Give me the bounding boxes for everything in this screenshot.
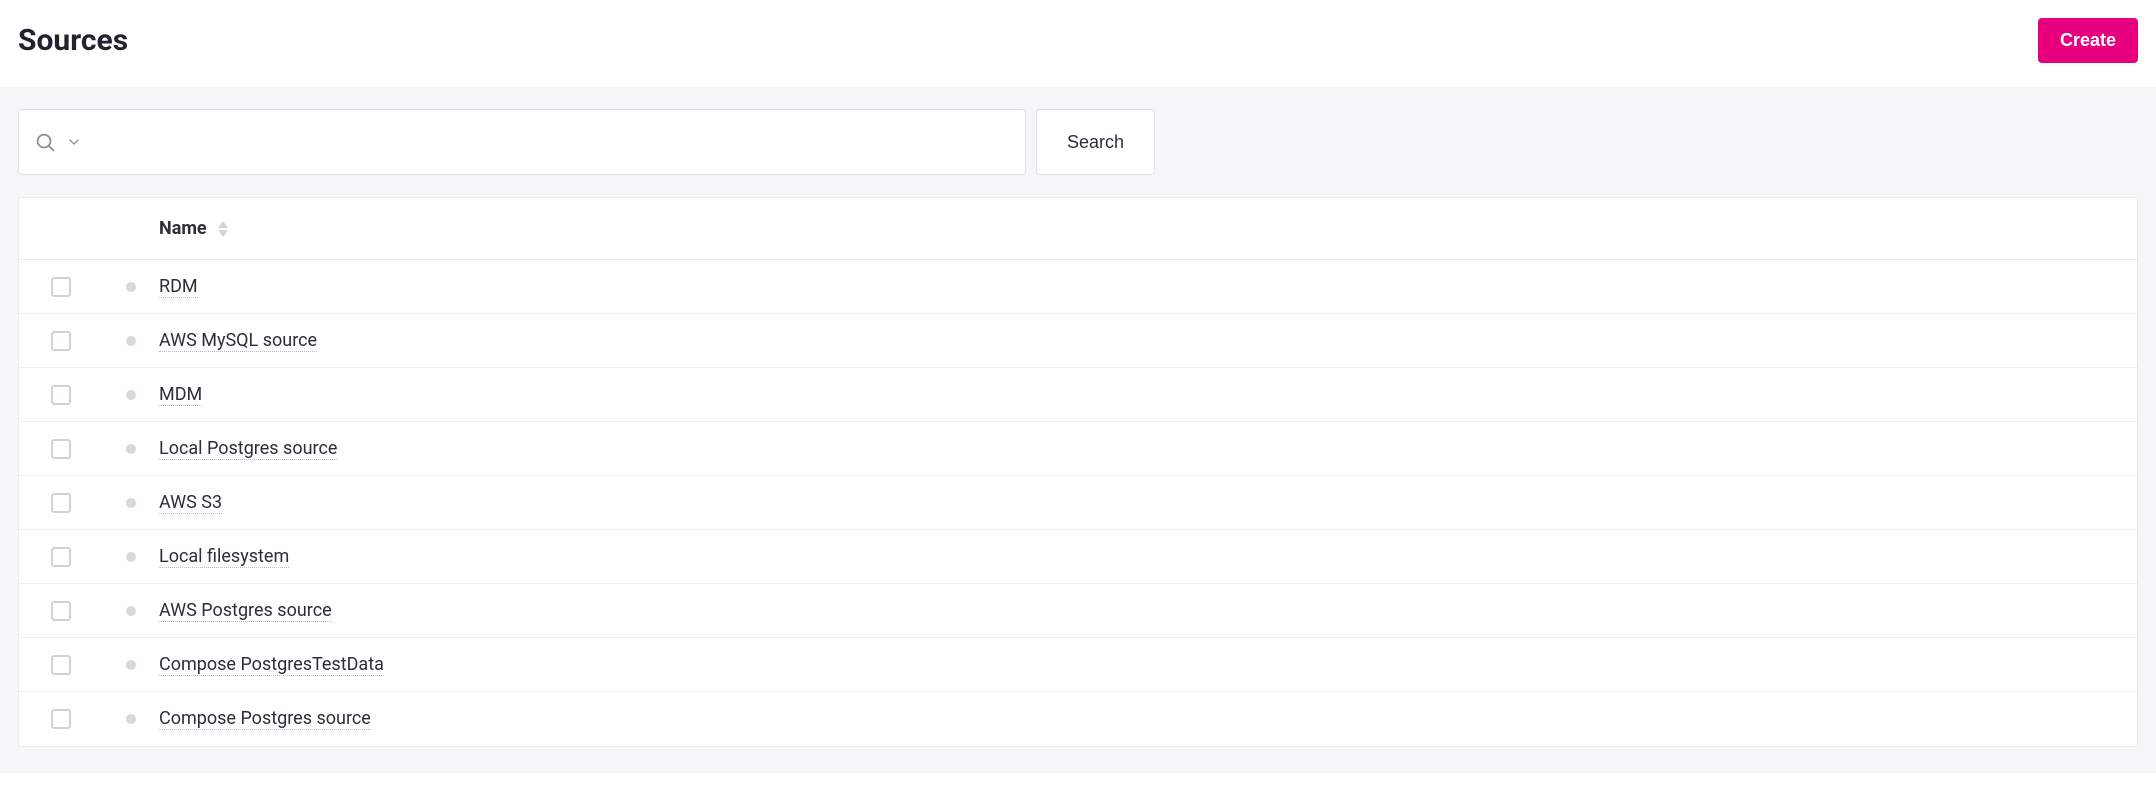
search-row: Search: [18, 109, 2138, 175]
search-icon: [34, 131, 56, 153]
row-checkbox-cell: [19, 439, 103, 459]
sort-icon: [217, 221, 229, 237]
status-dot-icon: [126, 282, 136, 292]
row-name-cell: AWS S3: [159, 492, 2137, 514]
row-checkbox-cell: [19, 277, 103, 297]
table-header: Name: [19, 198, 2137, 260]
name-column-label: Name: [159, 218, 207, 239]
source-link[interactable]: AWS MySQL source: [159, 330, 317, 352]
row-name-cell: AWS Postgres source: [159, 600, 2137, 622]
status-dot-icon: [126, 552, 136, 562]
row-name-cell: AWS MySQL source: [159, 330, 2137, 352]
source-link[interactable]: AWS S3: [159, 492, 222, 514]
row-checkbox[interactable]: [51, 709, 71, 729]
row-status-cell: [103, 336, 159, 346]
row-checkbox-cell: [19, 601, 103, 621]
content-area: Search Name RDM AWS MySQL source MDM Local …: [0, 87, 2156, 773]
status-dot-icon: [126, 498, 136, 508]
row-checkbox-cell: [19, 493, 103, 513]
source-link[interactable]: AWS Postgres source: [159, 600, 332, 622]
table-row: AWS S3: [19, 476, 2137, 530]
row-status-cell: [103, 552, 159, 562]
search-wrapper: [18, 109, 1026, 175]
row-checkbox[interactable]: [51, 601, 71, 621]
row-checkbox[interactable]: [51, 547, 71, 567]
status-dot-icon: [126, 336, 136, 346]
source-link[interactable]: Compose Postgres source: [159, 708, 371, 730]
row-checkbox[interactable]: [51, 277, 71, 297]
row-checkbox[interactable]: [51, 385, 71, 405]
table-row: Compose Postgres source: [19, 692, 2137, 746]
sources-table: Name RDM AWS MySQL source MDM Local Postgre…: [18, 197, 2138, 747]
row-checkbox-cell: [19, 547, 103, 567]
row-name-cell: Compose PostgresTestData: [159, 654, 2137, 676]
row-status-cell: [103, 444, 159, 454]
row-status-cell: [103, 390, 159, 400]
page-header: Sources Create: [0, 0, 2156, 87]
source-link[interactable]: Local Postgres source: [159, 438, 337, 460]
search-button[interactable]: Search: [1036, 109, 1155, 175]
table-row: AWS MySQL source: [19, 314, 2137, 368]
create-button[interactable]: Create: [2038, 18, 2138, 63]
row-status-cell: [103, 660, 159, 670]
status-dot-icon: [126, 606, 136, 616]
status-dot-icon: [126, 660, 136, 670]
table-row: AWS Postgres source: [19, 584, 2137, 638]
row-checkbox-cell: [19, 655, 103, 675]
status-dot-icon: [126, 444, 136, 454]
search-filter-toggle[interactable]: [34, 131, 82, 153]
page-title: Sources: [18, 23, 128, 58]
row-status-cell: [103, 714, 159, 724]
search-input[interactable]: [18, 109, 1026, 175]
source-link[interactable]: Local filesystem: [159, 546, 289, 568]
row-name-cell: Compose Postgres source: [159, 708, 2137, 730]
row-checkbox[interactable]: [51, 331, 71, 351]
status-dot-icon: [126, 390, 136, 400]
table-row: RDM: [19, 260, 2137, 314]
row-name-cell: RDM: [159, 276, 2137, 298]
row-checkbox[interactable]: [51, 655, 71, 675]
row-status-cell: [103, 498, 159, 508]
row-name-cell: Local filesystem: [159, 546, 2137, 568]
source-link[interactable]: MDM: [159, 384, 202, 406]
table-row: Local Postgres source: [19, 422, 2137, 476]
chevron-down-icon: [66, 134, 82, 150]
row-checkbox-cell: [19, 331, 103, 351]
source-link[interactable]: RDM: [159, 276, 198, 298]
table-row: Local filesystem: [19, 530, 2137, 584]
row-status-cell: [103, 282, 159, 292]
row-checkbox-cell: [19, 385, 103, 405]
row-checkbox-cell: [19, 709, 103, 729]
status-dot-icon: [126, 714, 136, 724]
row-checkbox[interactable]: [51, 439, 71, 459]
table-row: Compose PostgresTestData: [19, 638, 2137, 692]
table-row: MDM: [19, 368, 2137, 422]
source-link[interactable]: Compose PostgresTestData: [159, 654, 384, 676]
col-header-name[interactable]: Name: [159, 218, 2137, 239]
row-status-cell: [103, 606, 159, 616]
row-name-cell: MDM: [159, 384, 2137, 406]
row-checkbox[interactable]: [51, 493, 71, 513]
row-name-cell: Local Postgres source: [159, 438, 2137, 460]
